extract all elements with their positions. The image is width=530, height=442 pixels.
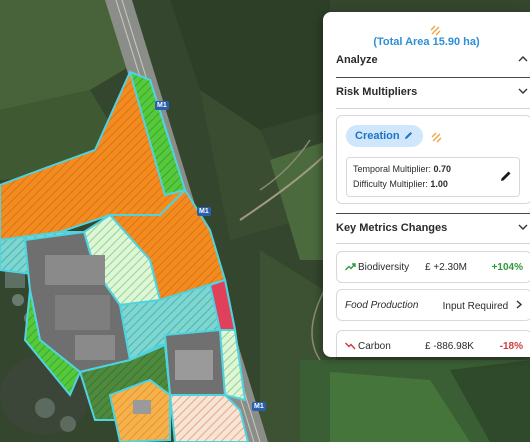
key-metrics-header[interactable]: Key Metrics Changes xyxy=(336,222,530,242)
difficulty-multiplier-label: Difficulty Multiplier: xyxy=(353,179,428,189)
edit-multipliers-pencil-icon[interactable] xyxy=(499,169,513,185)
metric-value: £ -886.98K xyxy=(425,341,474,352)
scenario-label: Creation xyxy=(355,130,400,142)
difficulty-multiplier-value: 1.00 xyxy=(430,179,448,189)
analysis-panel: (Total Area 15.90 ha) Analyze Risk Multi… xyxy=(323,12,530,357)
metric-name: Biodiversity xyxy=(358,262,410,273)
risk-multipliers-header[interactable]: Risk Multipliers xyxy=(336,86,530,106)
risk-multipliers-card: Creation Temporal Multiplier: 0.70 Diffi… xyxy=(336,115,530,204)
metric-change: +104% xyxy=(491,262,523,273)
input-required-label: Input Required xyxy=(442,301,509,312)
total-area-label: (Total Area 15.90 ha) xyxy=(373,36,480,48)
road-label-m1: M1 xyxy=(197,207,211,216)
pencil-icon[interactable] xyxy=(403,130,414,144)
hatch-pattern-icon xyxy=(430,25,441,36)
risk-multipliers-title: Risk Multipliers xyxy=(336,86,418,98)
input-required-link[interactable]: Input Required xyxy=(443,300,523,312)
chevron-right-icon xyxy=(516,300,523,309)
multiplier-values-box: Temporal Multiplier: 0.70 Difficulty Mul… xyxy=(346,157,520,197)
section-divider xyxy=(336,77,530,78)
metric-row: Biodiversity £ +2.30M +104% xyxy=(337,252,530,282)
metric-card-biodiversity[interactable]: Biodiversity £ +2.30M +104% xyxy=(336,251,530,283)
section-divider xyxy=(336,213,530,214)
metric-name: Food Production xyxy=(345,300,419,311)
analyze-title: Analyze xyxy=(336,54,378,66)
road-label-m1: M1 xyxy=(155,101,169,110)
metric-change: -18% xyxy=(499,341,523,352)
metric-value: £ +2.30M xyxy=(425,262,467,273)
trend-up-icon xyxy=(345,263,356,271)
metric-row: Food Production Input Required xyxy=(337,290,530,320)
scenario-pill[interactable]: Creation xyxy=(346,125,423,147)
hatch-pattern-icon xyxy=(431,132,442,143)
metric-row: Carbon £ -886.98K -18% xyxy=(337,331,530,357)
key-metrics-title: Key Metrics Changes xyxy=(336,222,448,234)
chevron-up-icon[interactable] xyxy=(518,54,528,67)
metric-name: Carbon xyxy=(358,341,391,352)
section-divider xyxy=(336,243,530,244)
section-divider xyxy=(336,108,530,109)
chevron-down-icon[interactable] xyxy=(518,222,528,235)
temporal-multiplier: Temporal Multiplier: 0.70 xyxy=(353,164,451,174)
difficulty-multiplier: Difficulty Multiplier: 1.00 xyxy=(353,179,448,189)
temporal-multiplier-label: Temporal Multiplier: xyxy=(353,164,432,174)
chevron-down-icon[interactable] xyxy=(518,86,528,99)
metric-card-carbon[interactable]: Carbon £ -886.98K -18% xyxy=(336,330,530,357)
metric-card-food-production[interactable]: Food Production Input Required xyxy=(336,289,530,321)
analyze-section-header[interactable]: Analyze xyxy=(336,54,530,74)
temporal-multiplier-value: 0.70 xyxy=(433,164,452,174)
trend-down-icon xyxy=(345,342,356,350)
road-label-m1: M1 xyxy=(252,402,266,411)
